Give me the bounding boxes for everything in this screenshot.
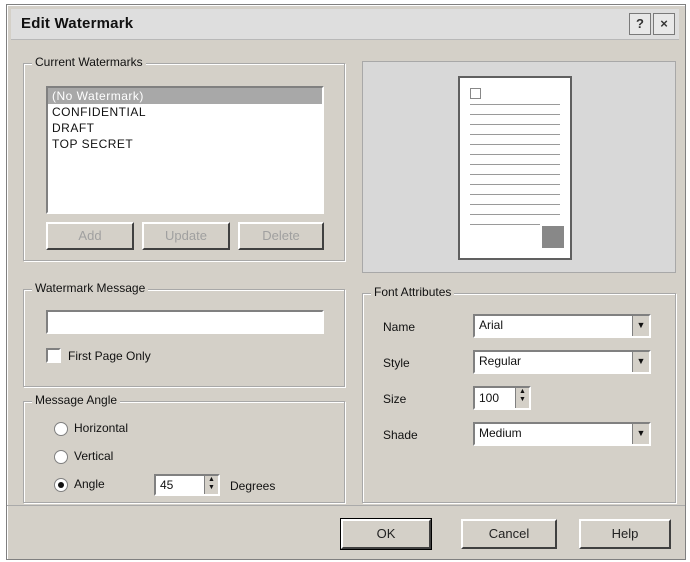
watermark-message-label: Watermark Message — [32, 281, 149, 295]
watermark-message-group: Watermark Message First Page Only — [23, 281, 345, 387]
vertical-label: Vertical — [74, 449, 114, 463]
font-style-value: Regular — [479, 354, 522, 368]
font-size-value: 100 — [479, 391, 500, 405]
angle-spin-icon[interactable]: ▲ ▼ — [204, 476, 218, 494]
watermark-item-confidential[interactable]: CONFIDENTIAL — [48, 104, 322, 120]
chevron-down-icon[interactable]: ▼ — [632, 424, 649, 444]
font-size-spin-icon[interactable]: ▲ ▼ — [515, 388, 529, 408]
angle-label: Angle — [74, 477, 105, 491]
angle-value-field[interactable]: 45 ▲ ▼ — [154, 474, 220, 496]
add-button[interactable]: Add — [46, 222, 134, 250]
title-bar: Edit Watermark ? × — [11, 9, 679, 40]
watermarks-listbox[interactable]: (No Watermark) CONFIDENTIAL DRAFT TOP SE… — [46, 86, 324, 214]
shade-select[interactable]: Medium ▼ — [473, 422, 651, 446]
update-button[interactable]: Update — [142, 222, 230, 250]
degrees-label: Degrees — [230, 479, 276, 493]
watermark-message-input[interactable] — [46, 310, 324, 334]
shade-value: Medium — [479, 426, 522, 440]
font-size-field[interactable]: 100 ▲ ▼ — [473, 386, 531, 410]
font-attributes-label: Font Attributes — [371, 285, 455, 299]
watermark-item-top-secret[interactable]: TOP SECRET — [48, 136, 322, 152]
help-button[interactable]: Help — [579, 519, 671, 549]
delete-button[interactable]: Delete — [238, 222, 324, 250]
watermark-item-none[interactable]: (No Watermark) — [48, 88, 322, 104]
edit-watermark-dialog: Edit Watermark ? × Current Watermarks (N… — [6, 4, 686, 560]
font-size-label: Size — [383, 392, 407, 406]
cancel-button[interactable]: Cancel — [461, 519, 557, 549]
preview-corner-icon — [470, 88, 481, 99]
preview-page — [458, 76, 572, 260]
current-watermarks-label: Current Watermarks — [32, 55, 146, 69]
angle-radio[interactable] — [54, 478, 68, 492]
vertical-radio[interactable] — [54, 450, 68, 464]
horizontal-label: Horizontal — [74, 421, 129, 435]
chevron-down-icon[interactable]: ▼ — [632, 352, 649, 372]
font-style-select[interactable]: Regular ▼ — [473, 350, 651, 374]
font-attributes-group: Font Attributes Name Arial ▼ Style Regul… — [362, 285, 676, 503]
angle-value: 45 — [160, 478, 174, 492]
close-button[interactable]: × — [653, 13, 675, 35]
font-name-label: Name — [383, 320, 416, 334]
font-style-label: Style — [383, 356, 410, 370]
message-angle-label: Message Angle — [32, 393, 121, 407]
chevron-down-icon[interactable]: ▼ — [632, 316, 649, 336]
preview-watermark-block-icon — [542, 226, 564, 248]
window-title: Edit Watermark — [21, 15, 134, 32]
help-title-button[interactable]: ? — [629, 13, 651, 35]
shade-label: Shade — [383, 428, 418, 442]
font-name-select[interactable]: Arial ▼ — [473, 314, 651, 338]
message-angle-group: Message Angle Horizontal Vertical Angle … — [23, 393, 345, 503]
ok-button[interactable]: OK — [340, 518, 432, 550]
watermark-item-draft[interactable]: DRAFT — [48, 120, 322, 136]
current-watermarks-group: Current Watermarks (No Watermark) CONFID… — [23, 55, 345, 261]
first-page-only-label: First Page Only — [68, 349, 151, 363]
watermark-preview — [362, 61, 676, 273]
font-name-value: Arial — [479, 318, 504, 332]
first-page-only-checkbox[interactable] — [46, 348, 61, 363]
footer-separator — [7, 505, 685, 506]
horizontal-radio[interactable] — [54, 422, 68, 436]
